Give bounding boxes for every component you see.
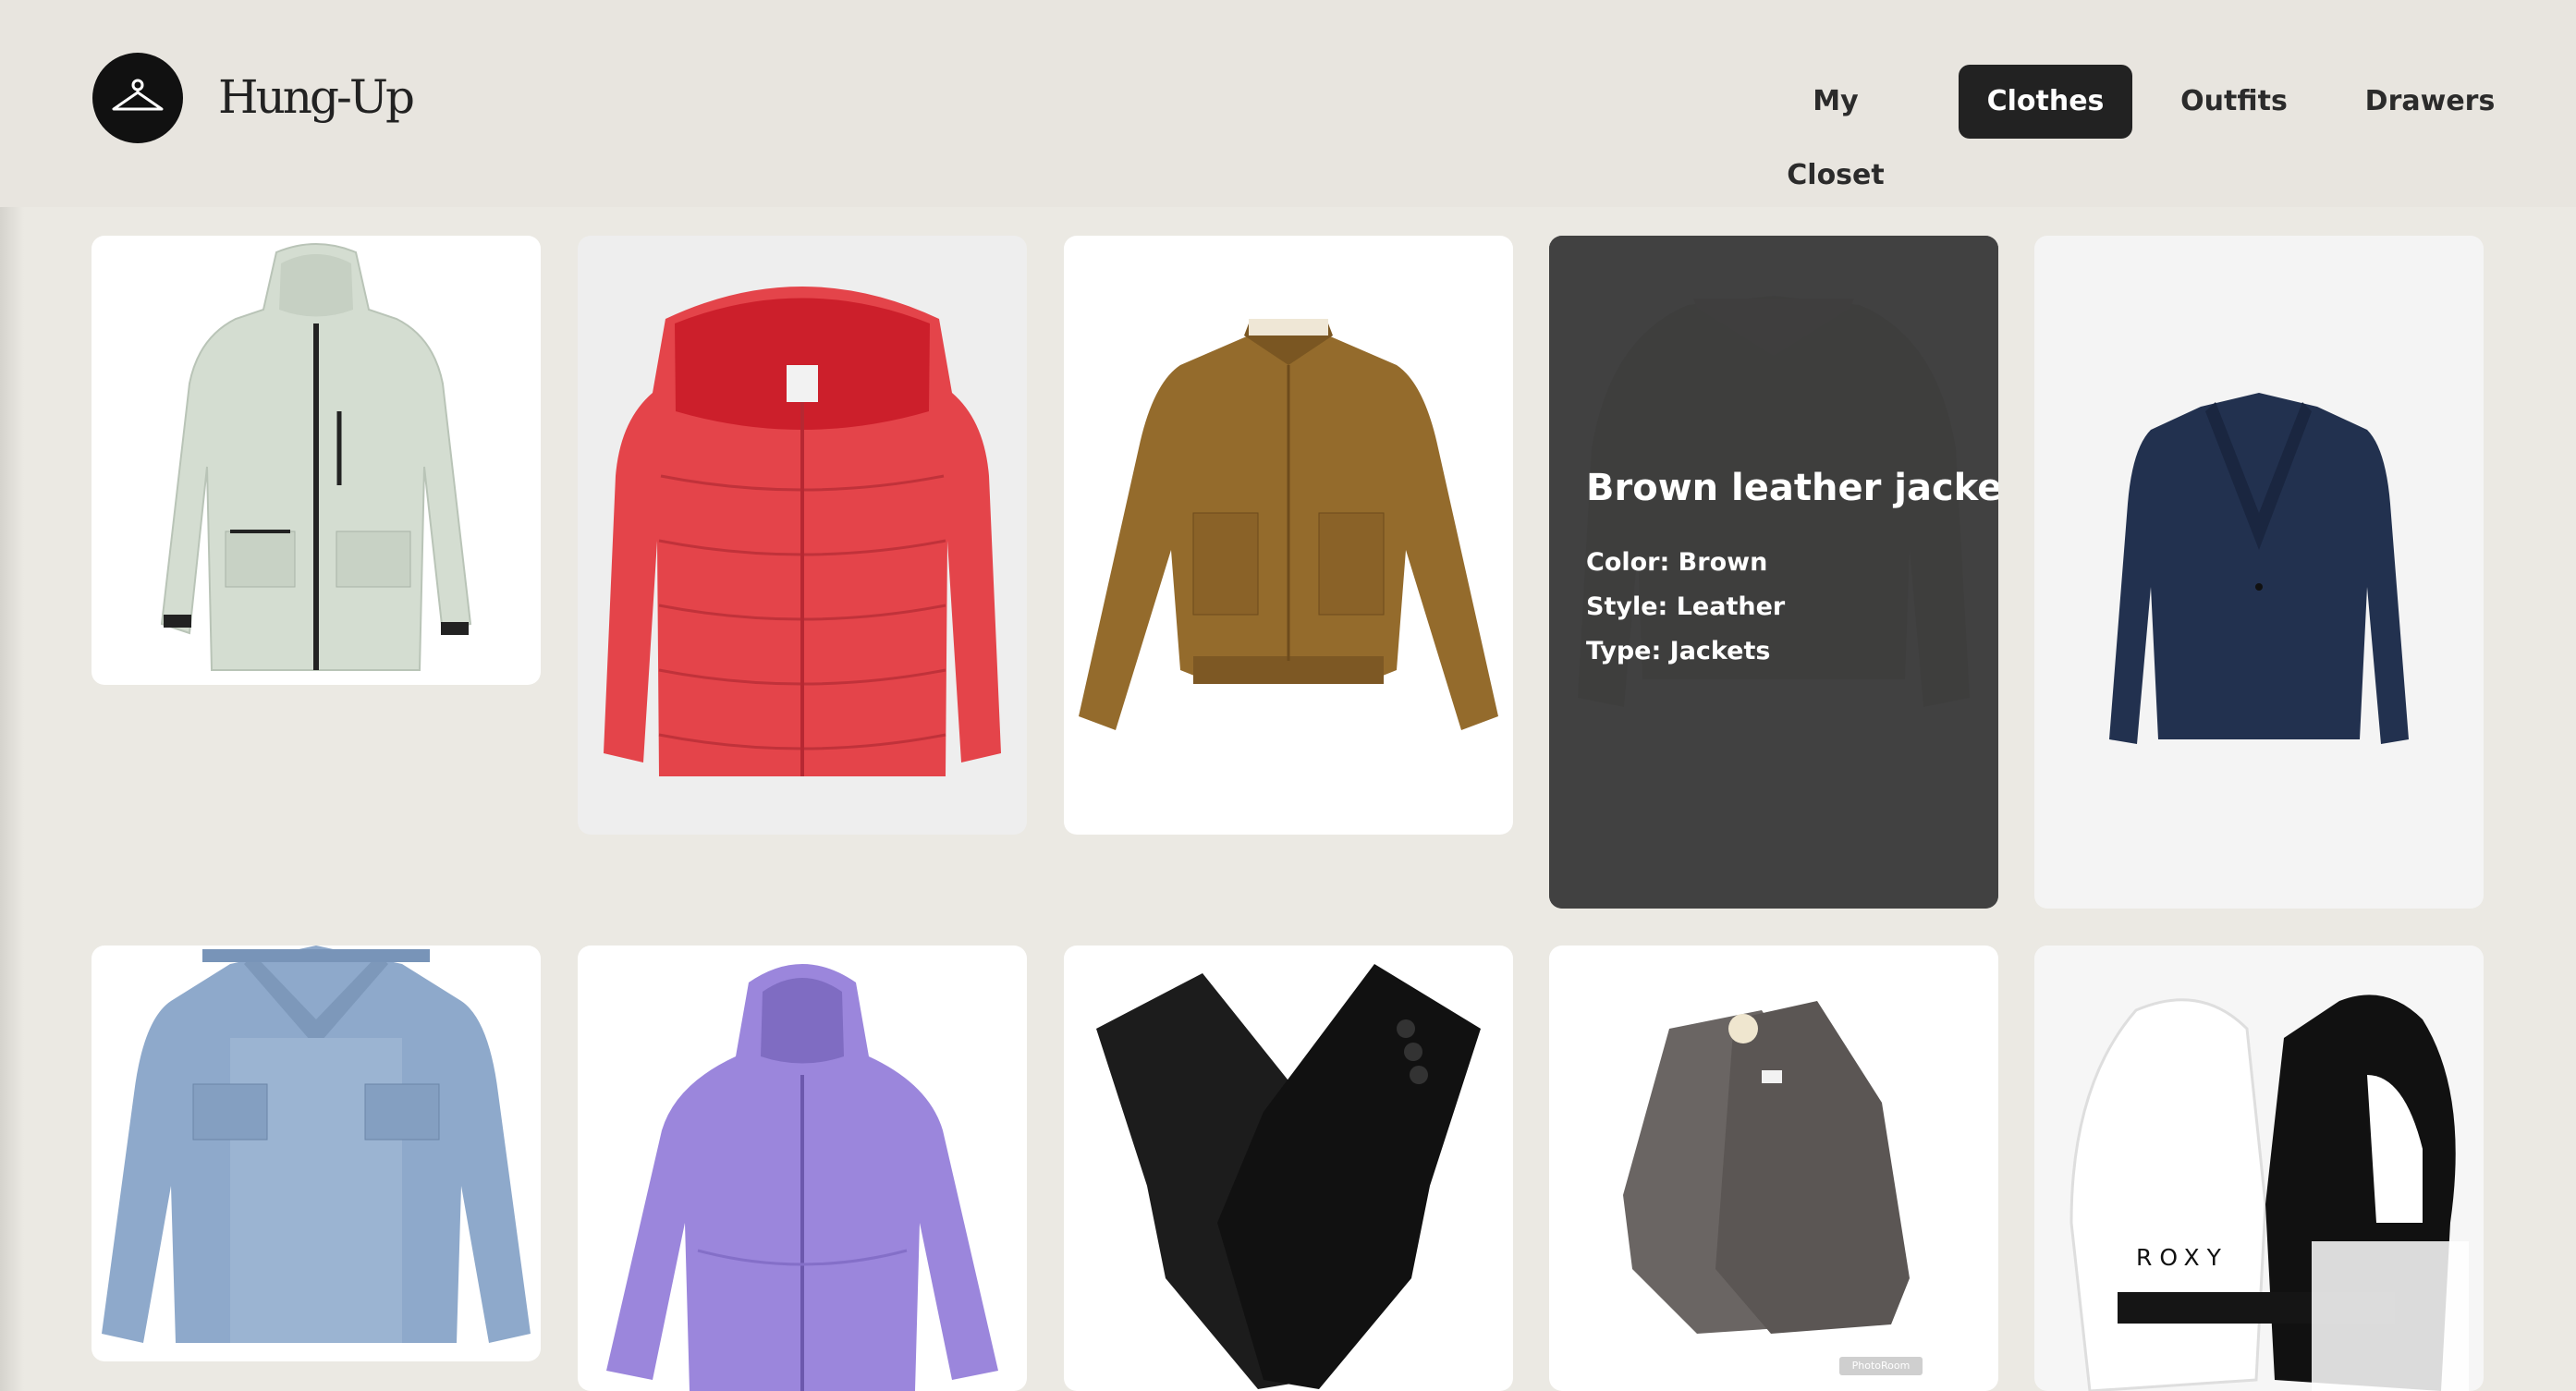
clothing-card-denim-jacket[interactable] [92, 946, 541, 1361]
nav-clothes[interactable]: Clothes [1959, 65, 2132, 139]
brand-name[interactable]: Hung-Up [218, 65, 415, 129]
clothing-card-lavender-rain-jacket[interactable] [578, 946, 1027, 1391]
clothing-card-suede-bomber-jacket[interactable] [1064, 236, 1513, 835]
hanger-logo-icon[interactable] [92, 53, 183, 143]
clothing-card-black-leather-gloves[interactable] [1064, 946, 1513, 1391]
top-header: Hung-Up My Closet Clothes Outfits Drawer… [0, 0, 2576, 207]
clothing-card-navy-blazer[interactable] [2034, 236, 2484, 909]
roxy-brand-text: ROXY [2136, 1244, 2228, 1271]
bomber-jacket-icon [1079, 319, 1498, 730]
item-title: Brown leather jacket [1586, 467, 1998, 509]
gloves-icon [1096, 964, 1481, 1389]
hooded-jacket-icon [606, 964, 998, 1391]
hooded-puffer-jacket-icon [604, 287, 1001, 776]
hooded-shell-jacket-icon [160, 243, 472, 671]
item-style: Style: Leather [1586, 592, 1786, 621]
clothing-card-brown-leather-jacket[interactable]: Brown leather jacket Color: Brown Style:… [1549, 236, 1998, 909]
nav-drawers[interactable]: Drawers [2362, 65, 2498, 139]
denim-jacket-icon [102, 946, 531, 1343]
mittens-icon [2069, 994, 2469, 1391]
clothing-card-grey-knit-gloves[interactable]: PhotoRoom [1549, 946, 1998, 1391]
item-hover-overlay: Brown leather jacket Color: Brown Style:… [1549, 236, 1998, 909]
photoroom-watermark: PhotoRoom [1839, 1357, 1923, 1375]
clothing-card-mint-rain-jacket[interactable] [92, 236, 541, 685]
nav-my-closet[interactable]: My Closet [1762, 65, 1910, 191]
nav-outfits[interactable]: Outfits [2174, 65, 2294, 139]
knit-gloves-icon [1623, 1001, 1910, 1334]
item-color: Color: Brown [1586, 548, 1768, 577]
clothing-card-red-puffer-jacket[interactable] [578, 236, 1027, 835]
clothing-card-roxy-ski-mittens[interactable]: ROXY [2034, 946, 2484, 1391]
blazer-icon [2109, 393, 2409, 744]
item-type: Type: Jackets [1586, 637, 1771, 665]
sidebar-edge-shadow [0, 207, 24, 1391]
